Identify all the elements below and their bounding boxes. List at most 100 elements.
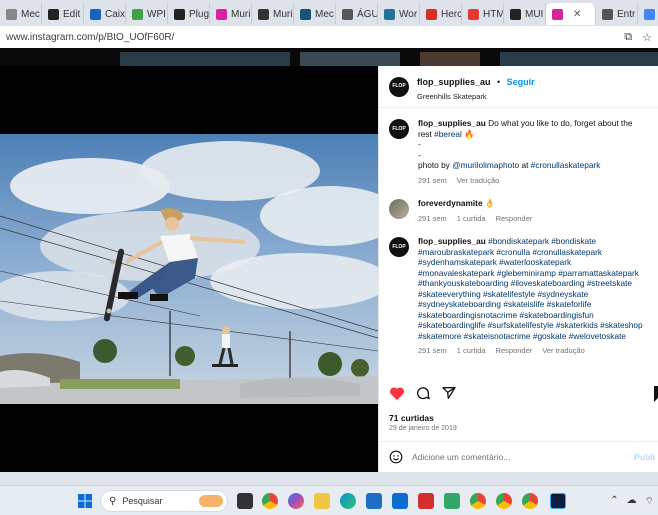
taskbar-search[interactable]: ⚲ Pesquisar [100,490,228,512]
close-tab-icon[interactable]: ✕ [573,9,581,20]
page-icon [6,8,17,20]
caption-hashtag[interactable]: #bereal [434,129,462,139]
comment-hashtags[interactable]: #bondiskatepark #bondiskate #maroubraska… [418,236,643,341]
caption-username[interactable]: flop_supplies_au [418,118,486,128]
tray-chevron-icon[interactable]: ⌃ [610,495,618,508]
browser-tab[interactable]: prin [638,3,658,25]
browser-tab[interactable]: Mec [0,3,42,25]
likes-count[interactable]: 71 curtidas [389,413,434,423]
chrome-icon[interactable] [262,493,278,509]
caption-dash: - [418,149,421,160]
dell-icon[interactable] [392,493,408,509]
comment-username[interactable]: foreverdynamite [418,198,483,208]
chrome-profile-3-icon[interactable] [522,493,538,509]
browser-tab[interactable]: MUI [504,3,546,25]
emoji-smiley-icon[interactable] [389,450,403,464]
comment-text: 👌 [484,198,496,208]
google-icon [644,8,655,20]
browser-tab[interactable]: Caix [84,3,126,25]
reply-button[interactable]: Responder [496,346,533,357]
tab-label: HTM [483,8,504,20]
browser-tab[interactable]: Edit [42,3,84,25]
taskbar-search-placeholder: Pesquisar [122,496,163,506]
tab-label: MUI [525,8,544,20]
tab-label: WPI [147,8,166,20]
system-tray: ⌃ ☁ ⌔ [610,495,654,508]
account-username[interactable]: flop_supplies_au [417,77,491,87]
tab-label: ÁGU [357,8,378,20]
caption-avatar[interactable]: FLOP [389,119,409,139]
chrome-profile-2-icon[interactable] [496,493,512,509]
tab-label: Muri [231,8,251,20]
fire-emoji: 🔥 [464,128,475,139]
caption: FLOP flop_supplies_au Do what you like t… [379,118,658,186]
notes-app-icon[interactable] [444,493,460,509]
mcafee-icon[interactable] [418,493,434,509]
location-link[interactable]: Greenhills Skatepark [417,92,535,101]
browser-tab[interactable]: Muri [210,3,252,25]
profile-icon [258,8,269,20]
background-page-strip [0,48,658,66]
photographer-mention[interactable]: @murilolimaphoto [452,160,519,170]
network-icon[interactable]: ⌔ [645,495,654,508]
browser-tab[interactable]: Muri [252,3,294,25]
browser-tab[interactable]: Mec [294,3,336,25]
browser-tab[interactable]: ÁGU [336,3,378,25]
html-icon [468,8,479,20]
copilot-icon[interactable] [288,493,304,509]
store-icon[interactable] [366,493,382,509]
photoshop-icon[interactable] [550,493,566,509]
comment-likes[interactable]: 1 curtida [457,214,486,225]
commenter-avatar[interactable] [389,199,409,219]
browser-tab[interactable]: HTM [462,3,504,25]
translate-button[interactable]: Ver tradução [457,176,500,187]
reply-button[interactable]: Responder [496,214,533,225]
post-date: 29 de janeiro de 2019 [389,425,457,432]
bookmark-icon[interactable] [654,386,658,402]
page-icon [602,8,613,20]
comment-icon[interactable] [415,385,431,401]
comment-input[interactable]: Adicione um comentário... [412,452,634,462]
windows-start-icon[interactable] [78,494,92,508]
file-explorer-icon[interactable] [314,493,330,509]
caption-time[interactable]: 291 sem [418,176,447,187]
comment-likes[interactable]: 1 curtida [457,346,486,357]
translate-button[interactable]: Ver tradução [542,346,585,357]
url-text[interactable]: www.instagram.com/p/BtO_UOfF60R/ [6,32,624,43]
browser-tab[interactable]: Wor [378,3,420,25]
commenter-avatar[interactable]: FLOP [389,237,409,257]
separator-dot: • [496,77,501,87]
share-send-icon[interactable] [441,385,457,401]
caption-dash: - [418,139,421,149]
publish-button[interactable]: Publi [634,452,655,462]
bookmark-star-icon[interactable]: ☆ [642,31,652,44]
post-header: FLOP flop_supplies_au • Seguir Greenhill… [379,66,658,108]
tab-label: Plug [189,8,210,20]
browser-tab[interactable]: Plug [168,3,210,25]
gmail-icon [426,8,437,20]
account-avatar[interactable]: FLOP [389,76,409,97]
post-photo[interactable] [0,66,378,472]
tab-label: Herc [441,8,462,20]
chrome-profile-icon[interactable] [470,493,486,509]
like-heart-icon[interactable] [389,386,405,401]
place-hashtag[interactable]: #cronullaskatepark [531,160,601,170]
address-bar[interactable]: www.instagram.com/p/BtO_UOfF60R/ ⧉ ☆ [0,26,658,48]
task-view-icon[interactable] [237,493,253,509]
comment-time[interactable]: 291 sem [418,346,447,357]
browser-tab[interactable]: WPI [126,3,168,25]
browser-tab[interactable]: Entr [596,3,638,25]
comment-username[interactable]: flop_supplies_au [418,236,486,246]
browser-tab[interactable]: Herc [420,3,462,25]
github-icon [48,8,59,20]
tab-label: Caix [105,8,126,20]
follow-button[interactable]: Seguir [507,77,535,87]
install-app-icon[interactable]: ⧉ [624,31,632,44]
edge-icon[interactable] [340,493,356,509]
tab-label: Edit [63,8,81,20]
comment-time[interactable]: 291 sem [418,214,447,225]
agu-icon [342,8,353,20]
caixa-icon [90,8,101,20]
onedrive-cloud-icon[interactable]: ☁ [627,495,637,508]
browser-tab[interactable]: ✕ [546,3,596,25]
